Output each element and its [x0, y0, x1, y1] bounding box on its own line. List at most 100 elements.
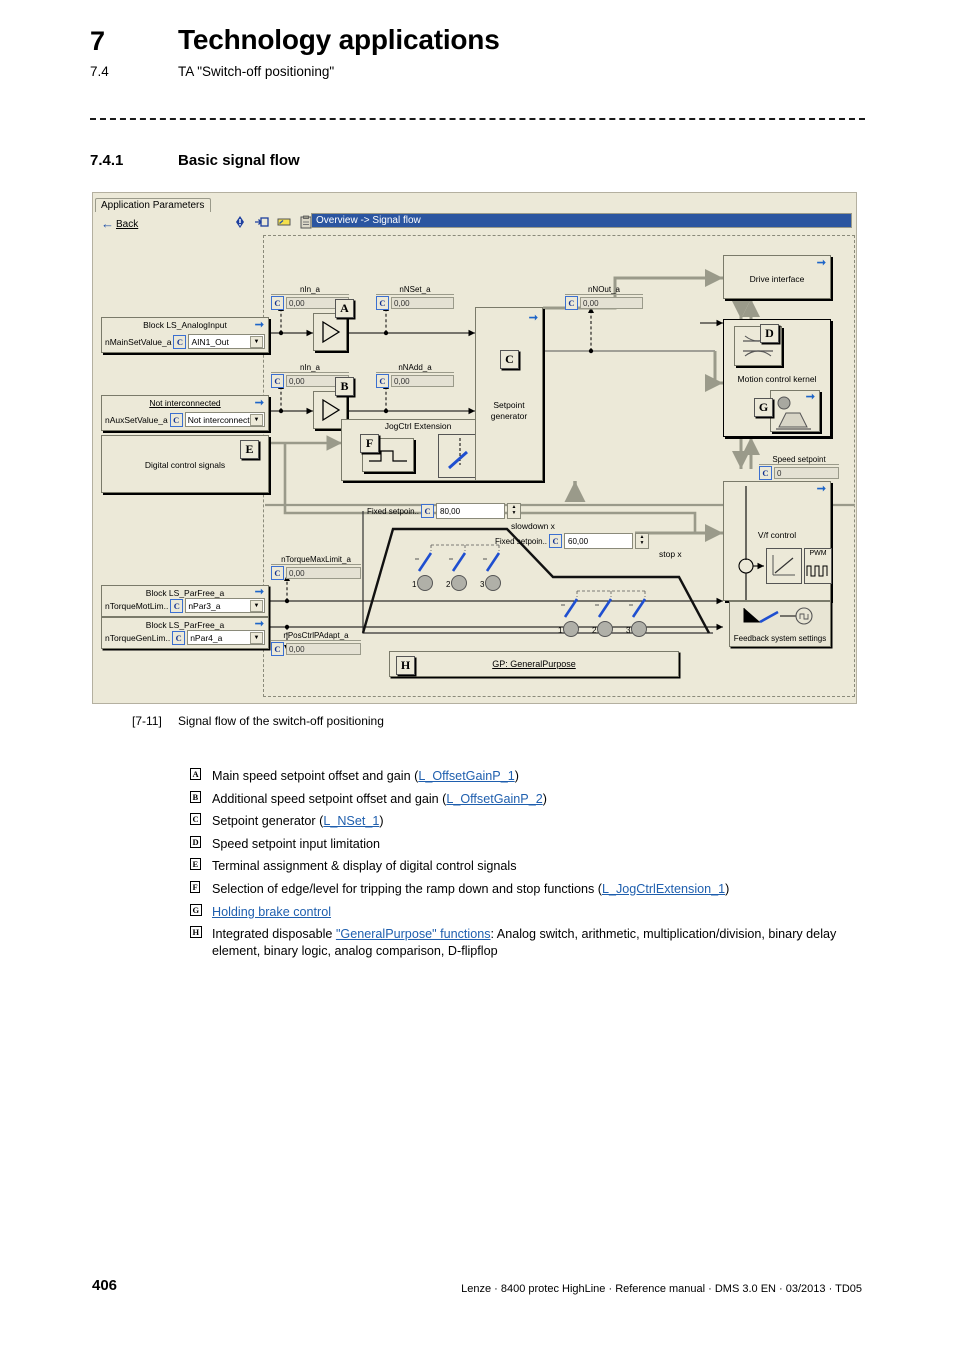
block-aux-input[interactable]: Not interconnected ➞ nAuxSetValue_a C No… [101, 395, 269, 431]
goto-arrow-icon[interactable]: ➞ [255, 619, 264, 630]
c-parameter-icon[interactable]: C [170, 598, 184, 613]
goto-arrow-icon[interactable]: ➞ [529, 313, 538, 324]
c-parameter-icon[interactable]: C [271, 374, 284, 388]
block-setpoint-generator[interactable]: ➞ C Setpoint generator [475, 307, 543, 481]
c-parameter-icon[interactable]: C [421, 504, 435, 518]
block-title: Drive interface [749, 274, 805, 284]
spinner-down-icon[interactable]: ▼ [636, 540, 648, 546]
port-row: nMainSetValue_a C AIN1_Out ▼ [105, 334, 265, 349]
legend-list: A Main speed setpoint offset and gain (L… [190, 768, 870, 965]
block-jogctrl-extension[interactable]: JogCtrl Extension F [341, 419, 495, 481]
amplifier-icon [322, 320, 341, 344]
block-feedback-system-settings[interactable]: Feedback system settings [729, 601, 831, 647]
c-parameter-icon[interactable]: C [173, 334, 187, 349]
block-torque-gen-limit[interactable]: Block LS_ParFree_a ➞ nTorqueGenLim.. C n… [101, 617, 269, 649]
legend-link[interactable]: L_OffsetGainP_2 [446, 792, 542, 806]
port-label: nMainSetValue_a [105, 336, 172, 347]
callout-badge-b: B [335, 377, 354, 396]
chapter-number: 7 [90, 26, 106, 56]
legend-link[interactable]: L_JogCtrlExtension_1 [602, 882, 725, 896]
fixed-setpoint-2: Fixed setpoin.. C 60,00 ▲ ▼ [495, 533, 650, 549]
fixed-setpoint-2-input[interactable]: 60,00 [564, 533, 634, 549]
block-title: GP: GeneralPurpose [492, 659, 576, 669]
fixed-setpoint-1-input[interactable]: 80,00 [436, 503, 506, 519]
block-title: Not interconnected [149, 398, 221, 408]
block-torque-mot-limit[interactable]: Block LS_ParFree_a ➞ nTorqueMotLim.. C n… [101, 585, 269, 617]
login-icon[interactable] [255, 215, 269, 229]
chevron-down-icon[interactable]: ▼ [250, 632, 263, 644]
legend-text: Holding brake control [212, 904, 331, 921]
callout-badge-a: A [335, 299, 354, 318]
display-caption: nNAdd_a [376, 363, 454, 373]
page-title: Basic signal flow [178, 152, 300, 169]
callout-badge-d: D [760, 324, 779, 343]
c-parameter-icon[interactable]: C [376, 296, 389, 310]
c-parameter-icon[interactable]: C [376, 374, 389, 388]
block-analog-input[interactable]: Block LS_AnalogInput ➞ nMainSetValue_a C… [101, 317, 269, 353]
tab-strip: Application Parameters [95, 195, 212, 212]
port-row: nTorqueGenLim.. C nPar4_a ▼ [105, 630, 265, 645]
display-value: 0,00 [286, 643, 361, 655]
c-parameter-icon[interactable]: C [169, 412, 183, 427]
goto-arrow-icon[interactable]: ➞ [255, 587, 264, 598]
legend-key: E [190, 858, 212, 875]
legend-text: Additional speed setpoint offset and gai… [212, 791, 547, 806]
block-general-purpose[interactable]: H GP: GeneralPurpose [389, 651, 679, 677]
c-parameter-icon[interactable]: C [271, 296, 284, 310]
legend-item-c: C Setpoint generator (L_NSet_1) [190, 813, 870, 830]
legend-text: Speed setpoint input limitation [212, 836, 381, 851]
pwm-label: PWM [809, 550, 827, 557]
legend-item-a: A Main speed setpoint offset and gain (L… [190, 768, 870, 785]
analog-input-select[interactable]: AIN1_Out ▼ [188, 334, 265, 349]
c-parameter-icon[interactable]: C [172, 630, 186, 645]
legend-text: Terminal assignment & display of digital… [212, 859, 517, 874]
c-parameter-icon[interactable]: C [759, 466, 772, 480]
chevron-down-icon[interactable]: ▼ [250, 600, 263, 612]
back-button[interactable]: ← Back [101, 216, 138, 231]
c-parameter-icon[interactable]: C [271, 642, 284, 656]
selected-value: Not interconnecte [187, 414, 255, 425]
display-speed-setpoint: Speed setpoint C 0 [759, 455, 839, 480]
torque-gen-select[interactable]: nPar4_a ▼ [187, 630, 265, 645]
legend-text: Integrated disposable "GeneralPurpose" f… [212, 927, 837, 958]
display-caption: nNSet_a [376, 285, 454, 295]
aux-input-select[interactable]: Not interconnecte ▼ [184, 412, 265, 427]
legend-key: C [190, 813, 212, 830]
fixed-setpoint-1-spinner[interactable]: ▲ ▼ [507, 503, 522, 519]
legend-link[interactable]: "GeneralPurpose" functions [336, 927, 491, 941]
c-parameter-icon[interactable]: C [271, 566, 284, 580]
block-vf-control[interactable]: ➞ V/f control PWM [723, 481, 832, 601]
legend-item-b: B Additional speed setpoint offset and g… [190, 790, 870, 808]
legend-key: G [190, 903, 212, 921]
fixed-setpoint-value: 80,00 [440, 506, 461, 516]
chevron-down-icon[interactable]: ▼ [250, 414, 263, 426]
legend-link[interactable]: L_NSet_1 [323, 814, 379, 828]
amplifier-block-a[interactable] [313, 313, 347, 351]
goto-arrow-icon[interactable]: ➞ [817, 258, 826, 269]
c-parameter-icon[interactable]: C [549, 534, 563, 548]
pwm-icon: PWM [804, 548, 832, 584]
chevron-down-icon[interactable]: ▼ [250, 336, 263, 348]
legend-item-f: F Selection of edge/level for tripping t… [190, 881, 870, 898]
legend-link[interactable]: L_OffsetGainP_1 [418, 769, 514, 783]
legend-link[interactable]: Holding brake control [212, 905, 331, 919]
spinner-down-icon[interactable]: ▼ [508, 510, 520, 516]
goto-arrow-icon[interactable]: ➞ [255, 398, 264, 409]
block-digital-control-signals[interactable]: Digital control signals E [101, 435, 269, 493]
block-title: JogCtrl Extension [384, 421, 452, 431]
display-value: 0,00 [391, 297, 454, 309]
c-parameter-icon[interactable]: C [565, 296, 578, 310]
fixed-setpoint-2-spinner[interactable]: ▲ ▼ [635, 533, 650, 549]
block-title: Setpoint generator [490, 400, 528, 421]
tab-application-parameters[interactable]: Application Parameters [95, 198, 212, 212]
holding-brake-sub-block[interactable]: ➞ [770, 390, 820, 432]
address-bar[interactable]: Overview -> Signal flow [311, 213, 852, 228]
torque-mot-select[interactable]: nPar3_a ▼ [185, 598, 265, 613]
goto-arrow-icon[interactable]: ➞ [255, 320, 264, 331]
block-motion-control-kernel[interactable]: D Motion control kernel ➞ G [723, 319, 831, 437]
display-nposctrlpadapt-a: nPosCtrlPAdapt_a C 0,00 [271, 631, 361, 656]
card-icon[interactable] [277, 215, 291, 229]
selected-value: AIN1_Out [191, 336, 229, 347]
block-drive-interface[interactable]: ➞ Drive interface [723, 255, 831, 299]
info-icon[interactable] [233, 215, 247, 229]
